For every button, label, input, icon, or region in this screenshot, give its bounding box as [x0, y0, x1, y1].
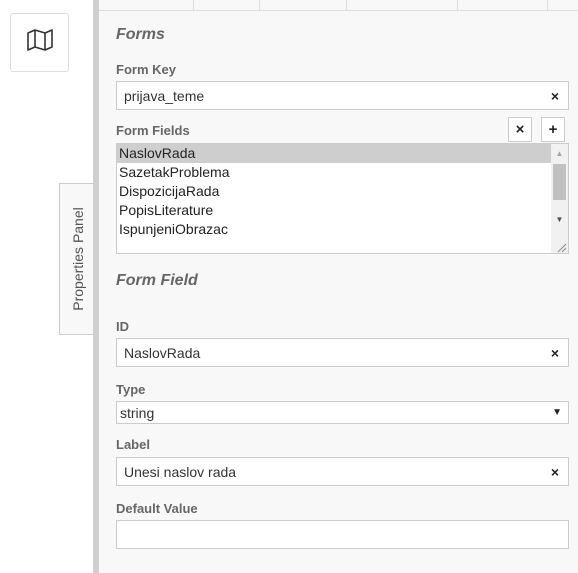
- type-label: Type: [116, 382, 146, 397]
- add-form-field-button[interactable]: +: [541, 117, 565, 142]
- properties-panel-tab[interactable]: Properties Panel: [59, 183, 96, 335]
- map-icon: [26, 28, 54, 57]
- properties-panel: Forms Form Key prijava_teme × Form Field…: [99, 0, 578, 573]
- id-value: NaslovRada: [124, 344, 201, 361]
- id-clear-button[interactable]: ×: [542, 339, 568, 366]
- map-button[interactable]: [10, 13, 69, 72]
- panel-tab-strip: [99, 0, 578, 11]
- properties-panel-tab-label: Properties Panel: [70, 207, 87, 311]
- form-key-label: Form Key: [116, 62, 176, 77]
- list-item[interactable]: DispozicijaRada: [117, 182, 568, 201]
- list-item[interactable]: PopisLiteraturе: [117, 201, 568, 220]
- form-fields-listbox[interactable]: NaslovRada SazetakProblema DispozicijaRa…: [116, 143, 569, 254]
- form-key-input[interactable]: prijava_teme ×: [116, 81, 569, 110]
- label-value: Unesi naslov rada: [124, 463, 237, 480]
- list-item[interactable]: IspunjeniObrazac: [117, 220, 568, 239]
- default-value-label: Default Value: [116, 501, 198, 516]
- label-label: Label: [116, 437, 150, 452]
- type-select[interactable]: string ▼: [116, 401, 569, 424]
- remove-form-field-button[interactable]: ×: [508, 117, 532, 142]
- form-key-value: prijava_teme: [124, 87, 205, 104]
- scroll-down-arrow-icon[interactable]: ▼: [551, 212, 568, 227]
- default-value-input[interactable]: [116, 520, 569, 549]
- scroll-up-arrow-icon[interactable]: ▲: [551, 146, 568, 161]
- label-clear-button[interactable]: ×: [542, 458, 568, 485]
- forms-group-title: Forms: [116, 26, 165, 43]
- list-item[interactable]: SazetakProblema: [117, 163, 568, 182]
- form-fields-label: Form Fields: [116, 123, 190, 138]
- form-field-group-title: Form Field: [116, 272, 198, 289]
- chevron-down-icon: ▼: [552, 407, 562, 418]
- scroll-thumb[interactable]: [553, 164, 566, 200]
- label-input[interactable]: Unesi naslov rada ×: [116, 457, 569, 486]
- list-item[interactable]: NaslovRada: [117, 144, 568, 163]
- resize-grip-icon[interactable]: [555, 240, 567, 253]
- id-label: ID: [116, 319, 129, 334]
- type-value: string: [120, 404, 155, 421]
- id-input[interactable]: NaslovRada ×: [116, 338, 569, 367]
- form-key-clear-button[interactable]: ×: [542, 82, 568, 109]
- listbox-scrollbar[interactable]: ▲ ▼: [551, 144, 568, 253]
